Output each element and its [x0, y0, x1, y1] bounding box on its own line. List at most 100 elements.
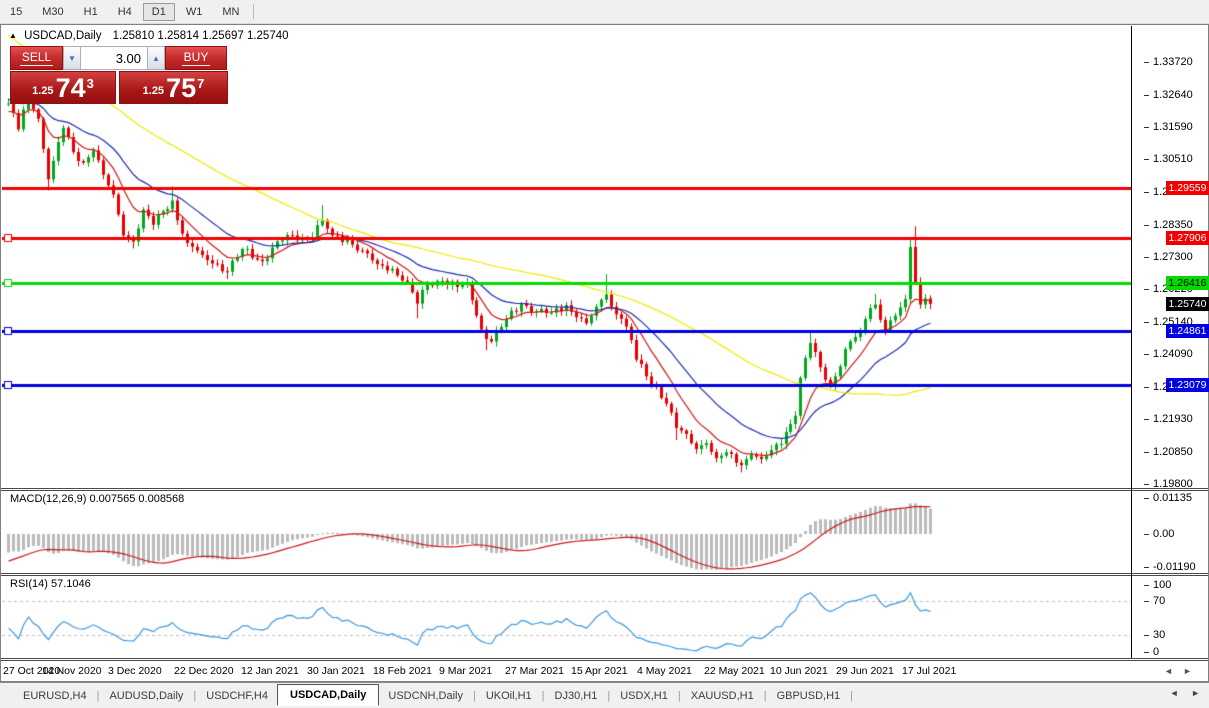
price-axis-label-tick	[1144, 289, 1149, 290]
pane-divider[interactable]	[1, 573, 1208, 576]
price-axis-label: 1.27300	[1153, 251, 1193, 263]
rsi-axis-label-tick	[1144, 652, 1149, 653]
price-axis-border	[1131, 26, 1132, 658]
price-axis-label-tick	[1144, 192, 1149, 193]
symbol-tab-audusd[interactable]: AUDUSD,Daily	[100, 686, 192, 706]
date-axis-label: 12 Jan 2021	[241, 665, 299, 677]
price-axis-label: 1.19800	[1153, 478, 1193, 490]
chart-title: ▲ USDCAD,Daily 1.25810 1.25814 1.25697 1…	[9, 30, 289, 42]
symbol-tab-dj30[interactable]: DJ30,H1	[546, 686, 607, 706]
buy-price-display[interactable]: 1.25 75 7	[119, 71, 228, 104]
macd-axis-label-tick	[1144, 498, 1149, 499]
one-click-trade-panel: SELL ▼ 3.00 ▲ BUY 1.25 74 3 1.25 75 7	[10, 46, 229, 104]
volume-increase-button[interactable]: ▲	[147, 46, 165, 70]
price-axis-label-tick	[1144, 452, 1149, 453]
date-axis-label: 22 May 2021	[704, 665, 765, 677]
sell-price-big: 74	[55, 73, 86, 103]
price-axis-label-tick	[1144, 322, 1149, 323]
pane-divider[interactable]	[1, 488, 1208, 491]
macd-axis-label: -0.01190	[1153, 561, 1196, 573]
price-axis-label: 1.30510	[1153, 153, 1193, 165]
timeframe-button-15[interactable]: 15	[1, 3, 31, 21]
rsi-axis-label: 0	[1153, 646, 1160, 658]
macd-axis-label-tick	[1144, 534, 1149, 535]
collapse-panel-icon[interactable]: ▲	[9, 31, 17, 40]
hline-price-badge-1.24861[interactable]: 1.24861	[1166, 324, 1209, 338]
tab-scroll-arrows: ◄ ►	[1160, 688, 1200, 698]
current-price-badge: 1.25740	[1166, 297, 1209, 311]
price-axis-label: 1.21930	[1153, 413, 1193, 425]
price-axis-label-tick	[1144, 419, 1149, 420]
symbol-tab-eurusd[interactable]: EURUSD,H4	[14, 686, 96, 706]
date-axis-label: 17 Jul 2021	[902, 665, 957, 677]
volume-value: 3.00	[115, 50, 141, 66]
chart-symbol-period: USDCAD,Daily	[24, 30, 102, 42]
macd-axis-label-tick	[1144, 567, 1149, 568]
buy-button[interactable]: BUY	[165, 46, 227, 70]
timeframe-button-mn[interactable]: MN	[213, 3, 248, 21]
buy-price-pip: 7	[197, 76, 205, 91]
tab-scroll-left-icon[interactable]: ◄	[1170, 688, 1179, 698]
symbol-tab-usdcnh[interactable]: USDCNH,Daily	[379, 686, 472, 706]
timeframe-button-m30[interactable]: M30	[33, 3, 72, 21]
price-axis-label: 1.24090	[1153, 348, 1193, 360]
price-axis-label: 1.28350	[1153, 219, 1193, 231]
symbol-tab-gbpusd[interactable]: GBPUSD,H1	[768, 686, 850, 706]
chart-scroll-right-icon[interactable]: ►	[1183, 666, 1192, 676]
date-axis-label: 9 Mar 2021	[439, 665, 493, 677]
sell-price-base: 1.25	[32, 85, 54, 97]
macd-indicator-label: MACD(12,26,9) 0.007565 0.008568	[10, 493, 185, 505]
toolbar-separator	[253, 4, 255, 19]
volume-input[interactable]: 3.00	[81, 46, 147, 70]
date-axis-label: 30 Jan 2021	[307, 665, 365, 677]
chart-scroll-left-icon[interactable]: ◄	[1164, 666, 1173, 676]
price-axis-label-tick	[1144, 95, 1149, 96]
price-axis-label-tick	[1144, 225, 1149, 226]
date-axis-label: 14 Nov 2020	[42, 665, 102, 677]
symbol-tab-usdchf[interactable]: USDCHF,H4	[197, 686, 277, 706]
symbol-tab-bar: EURUSD,H4 | AUDUSD,Daily | USDCHF,H4 USDCAD,D…	[0, 682, 1209, 708]
date-axis-label: 29 Jun 2021	[836, 665, 894, 677]
hline-price-badge-1.23079[interactable]: 1.23079	[1166, 378, 1209, 392]
buy-price-big: 75	[166, 73, 197, 103]
timeframe-button-d1[interactable]: D1	[142, 2, 175, 21]
timeframe-toolbar: 15 M30 H1 H4 D1 W1 MN	[0, 0, 1209, 24]
price-axis-label-tick	[1144, 257, 1149, 258]
symbol-tab-ukoil[interactable]: UKOil,H1	[477, 686, 541, 706]
price-axis-label-tick	[1144, 484, 1149, 485]
price-axis-label-tick	[1144, 62, 1149, 63]
macd-axis-label: 0.00	[1153, 528, 1175, 540]
date-axis-label: 4 May 2021	[637, 665, 692, 677]
timeframe-button-h1[interactable]: H1	[75, 3, 107, 21]
chevron-down-icon: ▼	[68, 53, 76, 63]
hline-price-badge-1.26416[interactable]: 1.26416	[1166, 276, 1209, 290]
date-axis-label: 10 Jun 2021	[770, 665, 828, 677]
sell-button-label: SELL	[19, 50, 54, 66]
rsi-axis-label: 100	[1153, 579, 1172, 591]
chart-ohlc-values: 1.25810 1.25814 1.25697 1.25740	[112, 30, 289, 42]
price-axis-label-tick	[1144, 354, 1149, 355]
hline-price-badge-1.27906[interactable]: 1.27906	[1166, 231, 1209, 245]
price-axis-label: 1.20850	[1153, 446, 1193, 458]
price-axis-label-tick	[1144, 159, 1149, 160]
sell-price-display[interactable]: 1.25 74 3	[10, 71, 116, 104]
symbol-tab-xauusd[interactable]: XAUUSD,H1	[682, 686, 763, 706]
chart-window: ▲ USDCAD,Daily 1.25810 1.25814 1.25697 1…	[0, 24, 1209, 682]
timeframe-button-h4[interactable]: H4	[109, 3, 141, 21]
timeframe-button-w1[interactable]: W1	[177, 3, 212, 21]
tab-scroll-right-icon[interactable]: ►	[1191, 688, 1200, 698]
price-axis-label-tick	[1144, 127, 1149, 128]
rsi-axis-label: 30	[1153, 629, 1166, 641]
price-axis-label: 1.33720	[1153, 56, 1193, 68]
tab-separator: |	[850, 689, 853, 702]
rsi-pane-canvas[interactable]	[2, 576, 1131, 658]
symbol-tab-usdcad[interactable]: USDCAD,Daily	[277, 683, 380, 706]
sell-button[interactable]: SELL	[10, 46, 63, 70]
date-axis-label: 18 Feb 2021	[373, 665, 432, 677]
hline-price-badge-1.29559[interactable]: 1.29559	[1166, 181, 1209, 195]
macd-axis-label: 0.01135	[1153, 492, 1192, 504]
price-axis-label-tick	[1144, 387, 1149, 388]
symbol-tab-usdx[interactable]: USDX,H1	[611, 686, 677, 706]
rsi-axis-label-tick	[1144, 601, 1149, 602]
volume-decrease-button[interactable]: ▼	[63, 46, 81, 70]
